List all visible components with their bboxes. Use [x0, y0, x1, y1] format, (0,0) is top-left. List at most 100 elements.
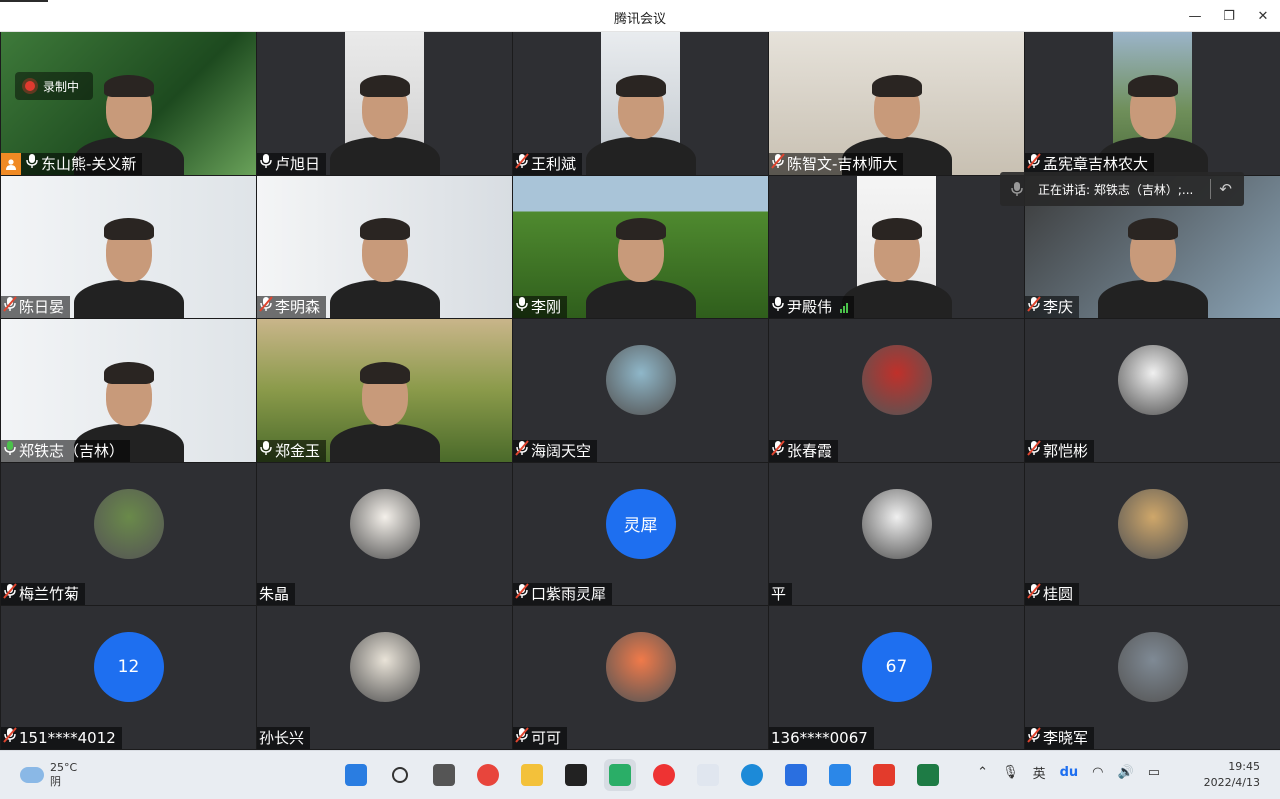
system-tray: ⌃ 🎙 英 du ◠ 🔊 ▭: [977, 763, 1160, 782]
participant-name: 151****4012: [19, 728, 116, 747]
participant-tile[interactable]: 郑铁志（吉林）: [1, 319, 256, 462]
participant-label: 陈智文-吉林师大: [769, 152, 904, 175]
participant-tile[interactable]: 尹殿伟: [769, 175, 1024, 319]
taskbar-apps: [340, 759, 944, 791]
participant-tile[interactable]: 李明森: [257, 175, 512, 319]
ime-icon[interactable]: du: [1060, 765, 1079, 780]
close-button[interactable]: ✕: [1246, 0, 1280, 32]
participant-label: 东山熊-关义新: [1, 152, 143, 175]
participant-label: 郑金玉: [257, 439, 327, 462]
mic-muted-icon: [515, 583, 529, 605]
recording-label: 录制中: [43, 79, 80, 94]
windows-start-icon[interactable]: [340, 759, 372, 791]
clock[interactable]: 19:45 2022/4/13: [1204, 759, 1260, 791]
video-feed: [841, 175, 952, 319]
wps-icon[interactable]: [868, 759, 900, 791]
excel-icon[interactable]: [912, 759, 944, 791]
collapse-icon[interactable]: ↶: [1219, 180, 1232, 198]
participant-figure: [325, 208, 445, 319]
participant-name: 郑金玉: [275, 441, 321, 460]
participant-name: 东山熊-关义新: [41, 154, 137, 173]
divider: [1210, 179, 1212, 199]
participant-name: 136****0067: [771, 728, 868, 747]
mic-muted-icon: [3, 727, 17, 749]
mic-icon: [259, 440, 273, 462]
participant-name: 卢旭日: [275, 154, 321, 173]
participant-label: 平: [769, 583, 793, 606]
chevron-up-icon[interactable]: ⌃: [977, 765, 988, 780]
avatar: [861, 488, 932, 559]
participant-tile[interactable]: 录制中东山熊-关义新: [1, 32, 256, 175]
participant-tile[interactable]: 李晓军: [1025, 606, 1280, 749]
restore-button[interactable]: ❐: [1212, 0, 1246, 32]
mic-muted-icon: [771, 152, 785, 175]
clock-time: 19:45: [1228, 760, 1260, 773]
input-language[interactable]: 英: [1033, 763, 1046, 782]
title-bar-accent: [0, 0, 48, 2]
participant-tile[interactable]: 可可: [513, 606, 768, 749]
participant-tile[interactable]: 朱晶: [257, 462, 512, 606]
title-bar: 腾讯会议 — ❐ ✕: [0, 0, 1280, 32]
chrome-icon[interactable]: [472, 759, 504, 791]
participant-label: 孙长兴: [257, 726, 311, 749]
participant-figure: [581, 208, 701, 319]
recording-badge[interactable]: 录制中: [15, 72, 93, 100]
qq-icon[interactable]: [560, 759, 592, 791]
participant-tile[interactable]: 灵犀 口紫雨灵犀: [513, 462, 768, 606]
avatar: 67: [861, 632, 932, 703]
app-cloud-icon[interactable]: [824, 759, 856, 791]
participant-tile[interactable]: 郭恺彬: [1025, 319, 1280, 462]
wifi-icon[interactable]: ◠: [1092, 765, 1103, 780]
participant-figure: [325, 352, 445, 462]
participant-tile[interactable]: 孟宪章吉林农大: [1025, 32, 1280, 175]
participant-grid: 录制中 东山熊-关义新 卢旭日 王利斌 陈智文-吉林师大 孟宪章吉林农大 陈日晏 李明森 李刚尹…: [0, 32, 1280, 750]
participant-figure: [69, 208, 189, 319]
weather-widget[interactable]: 25°C 阴: [20, 761, 77, 789]
wechat-icon[interactable]: [604, 759, 636, 791]
participant-tile[interactable]: 桂圆: [1025, 462, 1280, 606]
edge-icon[interactable]: [736, 759, 768, 791]
participant-tile[interactable]: 孙长兴: [257, 606, 512, 749]
participant-tile[interactable]: 海阔天空: [513, 319, 768, 462]
cloud-icon: [20, 767, 44, 783]
participant-label: 王利斌: [513, 152, 583, 175]
participant-name: 李刚: [531, 298, 562, 317]
weather-temp: 25°C: [50, 761, 78, 774]
battery-icon[interactable]: ▭: [1148, 765, 1160, 780]
participant-tile[interactable]: 王利斌: [513, 32, 768, 175]
app-m-icon[interactable]: [692, 759, 724, 791]
avatar: 12: [93, 632, 164, 703]
participant-name: 张春霞: [787, 441, 833, 460]
participant-tile[interactable]: 卢旭日: [257, 32, 512, 175]
participant-tile[interactable]: 郑金玉: [257, 319, 512, 462]
mic-tray-icon[interactable]: 🎙: [1002, 765, 1019, 780]
mic-icon: [25, 153, 39, 175]
participant-figure: [581, 65, 701, 175]
window-controls: — ❐ ✕: [1178, 0, 1280, 32]
participant-tile[interactable]: 李刚: [513, 175, 768, 319]
participant-tile[interactable]: 67 136****0067: [769, 606, 1024, 749]
participant-tile[interactable]: 平: [769, 462, 1024, 606]
participant-name: 尹殿伟: [787, 298, 833, 317]
participant-tile[interactable]: 张春霞: [769, 319, 1024, 462]
participant-tile[interactable]: 12 151****4012: [1, 606, 256, 749]
file-explorer-icon[interactable]: [516, 759, 548, 791]
task-view-icon[interactable]: [428, 759, 460, 791]
search-icon[interactable]: [384, 759, 416, 791]
mic-muted-icon: [1027, 727, 1041, 749]
participant-name: 桂圆: [1043, 585, 1074, 604]
participant-tile[interactable]: 陈智文-吉林师大: [769, 32, 1024, 175]
participant-name: 陈日晏: [19, 298, 65, 317]
signal-icon: [840, 301, 849, 314]
avatar: [1117, 345, 1188, 416]
participant-tile[interactable]: 梅兰竹菊: [1, 462, 256, 606]
mic-icon: [3, 440, 17, 462]
volume-icon[interactable]: 🔊: [1118, 765, 1134, 780]
minimize-button[interactable]: —: [1178, 0, 1212, 32]
participant-label: 陈日晏: [1, 296, 71, 319]
app-blue-icon[interactable]: [780, 759, 812, 791]
participant-name: 陈智文-吉林师大: [787, 154, 898, 173]
participant-name: 王利斌: [531, 154, 577, 173]
participant-tile[interactable]: 陈日晏: [1, 175, 256, 319]
app-dlp-icon[interactable]: [648, 759, 680, 791]
